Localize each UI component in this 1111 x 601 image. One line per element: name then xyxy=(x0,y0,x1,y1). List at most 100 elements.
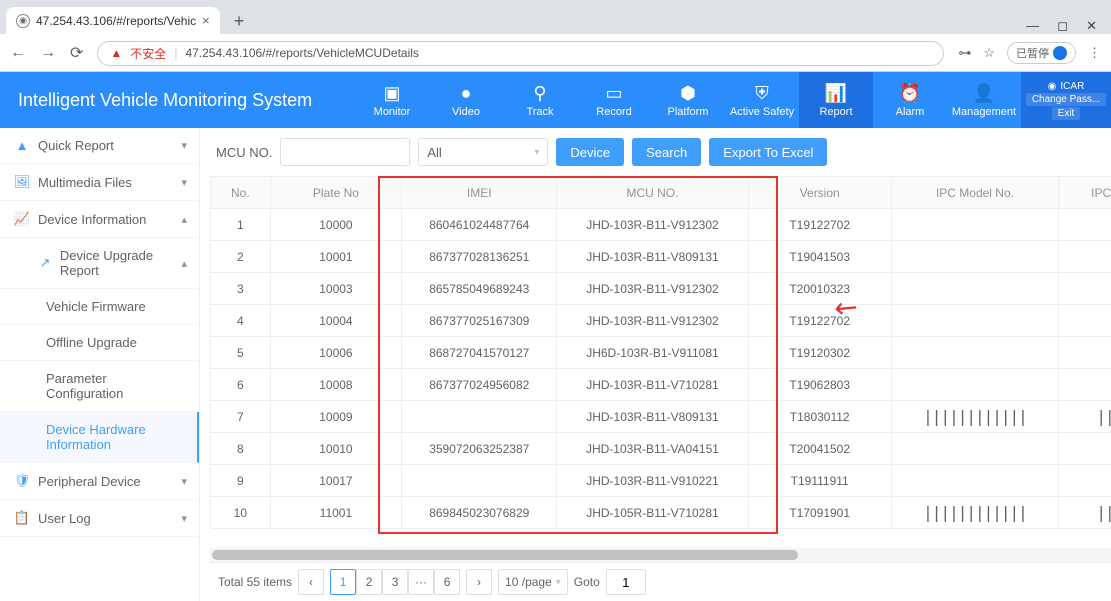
table-row[interactable]: 910017JHD-103R-B11-V910221T19111911 xyxy=(211,465,1111,497)
pagination-footer: Total 55 items ‹ 123···6 › 10 /page▾ Got… xyxy=(210,562,1111,601)
platform-icon: ⬢ xyxy=(680,83,696,104)
cell-version: T19122702 xyxy=(748,305,891,337)
sidebar-item-hardware-info[interactable]: Device Hardware Information xyxy=(0,412,199,463)
cell-no: 7 xyxy=(211,401,271,433)
table-row[interactable]: 710009JHD-103R-B11-V809131T18030112|||||… xyxy=(211,401,1111,433)
main-content: MCU NO. All▾ Device Search Export To Exc… xyxy=(200,128,1111,601)
mcu-no-input[interactable] xyxy=(280,138,410,166)
cell-ipc_sw: |||||||||||| xyxy=(1059,497,1111,529)
page-size-select[interactable]: 10 /page▾ xyxy=(498,569,568,595)
cell-mcu: JHD-103R-B11-V710281 xyxy=(557,369,748,401)
sidebar-item-quick-report[interactable]: ▲Quick Report▾ xyxy=(0,128,199,164)
sidebar-item-offline-upgrade[interactable]: Offline Upgrade xyxy=(0,325,199,361)
chevron-down-icon: ▾ xyxy=(181,512,187,525)
table-row[interactable]: 510006868727041570127JH6D-103R-B1-V91108… xyxy=(211,337,1111,369)
th-ipc-model: IPC Model No. xyxy=(891,177,1058,209)
close-window-icon[interactable]: ✕ xyxy=(1086,18,1097,34)
cell-no: 4 xyxy=(211,305,271,337)
search-button[interactable]: Search xyxy=(632,138,701,166)
nav-management[interactable]: 👤Management xyxy=(947,72,1021,128)
nav-monitor[interactable]: ▣Monitor xyxy=(355,72,429,128)
table-row[interactable]: 210001867377028136251JHD-103R-B11-V80913… xyxy=(211,241,1111,273)
cell-ipc_model: |||||||||||| xyxy=(891,401,1058,433)
table-row[interactable]: 110000860461024487764JHD-103R-B11-V91230… xyxy=(211,209,1111,241)
horizontal-scrollbar[interactable] xyxy=(210,548,1111,562)
scrollbar-thumb[interactable] xyxy=(212,550,798,560)
page-next[interactable]: › xyxy=(466,569,492,595)
cell-version: T18030112 xyxy=(748,401,891,433)
nav-alarm[interactable]: ⏰Alarm xyxy=(873,72,947,128)
reload-icon[interactable]: ⟳ xyxy=(70,43,83,63)
cell-ipc_model xyxy=(891,369,1058,401)
cell-ipc_model xyxy=(891,209,1058,241)
user-icon: ◉ xyxy=(1048,81,1057,92)
cell-mcu: JHD-103R-B11-V809131 xyxy=(557,241,748,273)
table-row[interactable]: 410004867377025167309JHD-103R-B11-V91230… xyxy=(211,305,1111,337)
page-···[interactable]: ··· xyxy=(408,569,434,595)
menu-icon[interactable]: ⋮ xyxy=(1088,45,1101,61)
sidebar-item-user-log[interactable]: 📋User Log▾ xyxy=(0,500,199,537)
device-button[interactable]: Device xyxy=(556,138,624,166)
page-2[interactable]: 2 xyxy=(356,569,382,595)
goto-input[interactable] xyxy=(606,569,646,595)
new-tab-button[interactable]: + xyxy=(228,9,251,34)
th-plate: Plate No xyxy=(270,177,401,209)
minimize-icon[interactable]: — xyxy=(1026,18,1039,34)
maximize-icon[interactable]: ◻ xyxy=(1057,18,1068,34)
change-password-link[interactable]: Change Pass... xyxy=(1026,93,1106,106)
warning-icon: ▲ xyxy=(12,138,32,153)
address-bar: ← → ⟳ ▲ 不安全 | 47.254.43.106/#/reports/Ve… xyxy=(0,34,1111,72)
sidebar-item-multimedia[interactable]: 🖼Multimedia Files▾ xyxy=(0,164,199,201)
nav-report[interactable]: 📊Report xyxy=(799,72,873,128)
video-icon: ● xyxy=(461,83,472,104)
filter-bar: MCU NO. All▾ Device Search Export To Exc… xyxy=(210,134,1111,176)
close-icon[interactable]: × xyxy=(202,13,210,28)
nav-safety[interactable]: ⛨Active Safety xyxy=(725,72,799,128)
nav-platform[interactable]: ⬢Platform xyxy=(651,72,725,128)
avatar-icon xyxy=(1053,46,1067,60)
management-icon: 👤 xyxy=(973,83,995,104)
table-row[interactable]: 1011001869845023076829JHD-105R-B11-V7102… xyxy=(211,497,1111,529)
sidebar-item-param-config[interactable]: Parameter Configuration xyxy=(0,361,199,412)
table-row[interactable]: 810010359072063252387JHD-103R-B11-VA0415… xyxy=(211,433,1111,465)
sidebar-item-upgrade-report[interactable]: ↗Device Upgrade Report▴ xyxy=(0,238,199,289)
log-icon: 📋 xyxy=(12,510,32,526)
filter-select[interactable]: All▾ xyxy=(418,138,548,166)
sidebar-item-peripheral[interactable]: 🛡Peripheral Device▾ xyxy=(0,463,199,500)
cell-mcu: JHD-103R-B11-V910221 xyxy=(557,465,748,497)
back-icon[interactable]: ← xyxy=(10,44,26,62)
star-icon[interactable]: ☆ xyxy=(983,45,995,61)
total-items: Total 55 items xyxy=(218,575,292,589)
page-1[interactable]: 1 xyxy=(330,569,356,595)
table-row[interactable]: 310003865785049689243JHD-103R-B11-V91230… xyxy=(211,273,1111,305)
cell-ipc_sw xyxy=(1059,209,1111,241)
cell-ipc_sw xyxy=(1059,305,1111,337)
table-row[interactable]: 610008867377024956082JHD-103R-B11-V71028… xyxy=(211,369,1111,401)
profile-paused[interactable]: 已暂停 xyxy=(1007,42,1076,64)
cell-no: 6 xyxy=(211,369,271,401)
page-3[interactable]: 3 xyxy=(382,569,408,595)
nav-video[interactable]: ●Video xyxy=(429,72,503,128)
key-icon[interactable]: ⊶ xyxy=(958,45,971,61)
url-field[interactable]: ▲ 不安全 | 47.254.43.106/#/reports/VehicleM… xyxy=(97,41,944,66)
sidebar-item-firmware[interactable]: Vehicle Firmware xyxy=(0,289,199,325)
cell-no: 10 xyxy=(211,497,271,529)
nav-record[interactable]: ▭Record xyxy=(577,72,651,128)
export-button[interactable]: Export To Excel xyxy=(709,138,827,166)
browser-tab[interactable]: ◉ 47.254.43.106/#/reports/Vehic × xyxy=(6,7,220,34)
insecure-label: 不安全 xyxy=(130,45,166,62)
nav-track[interactable]: ⚲Track xyxy=(503,72,577,128)
table-wrap[interactable]: No. Plate No IMEI MCU NO. Version IPC Mo… xyxy=(210,176,1111,548)
chevron-down-icon: ▾ xyxy=(181,139,187,152)
page-6[interactable]: 6 xyxy=(434,569,460,595)
upgrade-icon: ↗ xyxy=(36,255,54,271)
sidebar-item-device-info[interactable]: 📈Device Information▴ xyxy=(0,201,199,238)
cell-plate: 10006 xyxy=(270,337,401,369)
cell-imei: 867377025167309 xyxy=(402,305,557,337)
cell-imei: 869845023076829 xyxy=(402,497,557,529)
exit-link[interactable]: Exit xyxy=(1052,107,1081,120)
forward-icon[interactable]: → xyxy=(40,44,56,62)
page-prev[interactable]: ‹ xyxy=(298,569,324,595)
cell-imei: 868727041570127 xyxy=(402,337,557,369)
cell-mcu: JHD-103R-B11-V912302 xyxy=(557,209,748,241)
